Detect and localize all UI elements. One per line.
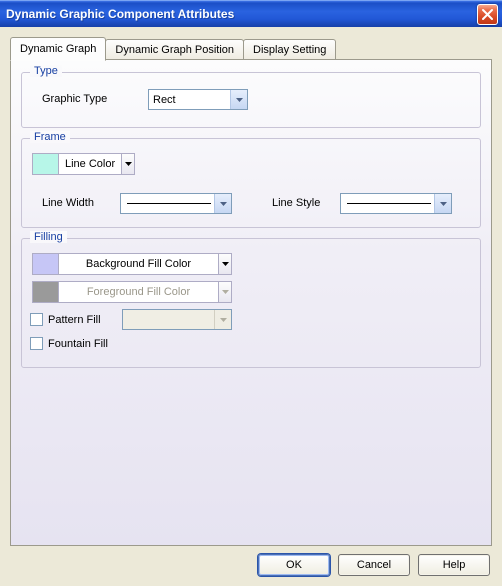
pattern-fill-label: Pattern Fill <box>48 314 101 326</box>
button-label: Cancel <box>357 559 391 571</box>
background-fill-swatch <box>33 254 59 274</box>
checkbox-box <box>30 313 43 326</box>
chevron-down-icon <box>434 194 451 213</box>
tab-page: Type Graphic Type Rect Frame Line Color … <box>10 59 492 546</box>
line-style-sample <box>347 203 431 204</box>
group-frame-legend: Frame <box>30 131 70 143</box>
line-color-swatch <box>33 154 59 174</box>
background-fill-color-control[interactable]: Background Fill Color <box>32 253 232 275</box>
help-button[interactable]: Help <box>418 554 490 576</box>
tab-dynamic-graph[interactable]: Dynamic Graph <box>10 37 106 61</box>
group-type: Type Graphic Type Rect <box>21 72 481 128</box>
group-type-legend: Type <box>30 65 62 77</box>
graphic-type-value: Rect <box>153 94 176 106</box>
cancel-button[interactable]: Cancel <box>338 554 410 576</box>
chevron-down-icon <box>218 282 231 302</box>
line-width-sample <box>127 203 211 204</box>
button-label: Help <box>443 559 466 571</box>
tab-label: Display Setting <box>253 44 326 56</box>
chevron-down-icon <box>218 254 231 274</box>
group-frame: Frame Line Color Line Width Line Style <box>21 138 481 228</box>
group-filling: Filling Background Fill Color Foreground… <box>21 238 481 368</box>
close-icon <box>480 7 495 22</box>
client-area: Dynamic Graph Dynamic Graph Position Dis… <box>0 27 502 586</box>
window-title: Dynamic Graphic Component Attributes <box>6 7 234 21</box>
chevron-down-icon <box>121 154 134 174</box>
chevron-down-icon <box>214 194 231 213</box>
line-style-label: Line Style <box>272 197 320 209</box>
tab-label: Dynamic Graph <box>20 43 96 55</box>
line-color-label: Line Color <box>59 158 121 170</box>
line-width-combo[interactable] <box>120 193 232 214</box>
foreground-fill-label: Foreground Fill Color <box>59 286 218 298</box>
ok-button[interactable]: OK <box>258 554 330 576</box>
pattern-fill-checkbox[interactable]: Pattern Fill <box>30 313 101 326</box>
title-bar: Dynamic Graphic Component Attributes <box>0 0 502 27</box>
graphic-type-label: Graphic Type <box>42 93 107 105</box>
tab-label: Dynamic Graph Position <box>115 44 234 56</box>
fountain-fill-checkbox[interactable]: Fountain Fill <box>30 337 108 350</box>
foreground-fill-color-control: Foreground Fill Color <box>32 281 232 303</box>
dialog-button-row: OK Cancel Help <box>258 554 490 576</box>
checkbox-box <box>30 337 43 350</box>
tab-strip: Dynamic Graph Dynamic Graph Position Dis… <box>10 37 335 59</box>
close-button[interactable] <box>477 4 498 25</box>
pattern-fill-combo <box>122 309 232 330</box>
fountain-fill-label: Fountain Fill <box>48 338 108 350</box>
button-label: OK <box>286 559 302 571</box>
line-style-combo[interactable] <box>340 193 452 214</box>
chevron-down-icon <box>230 90 247 109</box>
graphic-type-combo[interactable]: Rect <box>148 89 248 110</box>
background-fill-label: Background Fill Color <box>59 258 218 270</box>
line-width-label: Line Width <box>42 197 94 209</box>
chevron-down-icon <box>214 310 231 329</box>
group-filling-legend: Filling <box>30 231 67 243</box>
foreground-fill-swatch <box>33 282 59 302</box>
line-color-control[interactable]: Line Color <box>32 153 135 175</box>
tab-display-setting[interactable]: Display Setting <box>243 39 336 59</box>
tab-dynamic-graph-position[interactable]: Dynamic Graph Position <box>105 39 244 59</box>
